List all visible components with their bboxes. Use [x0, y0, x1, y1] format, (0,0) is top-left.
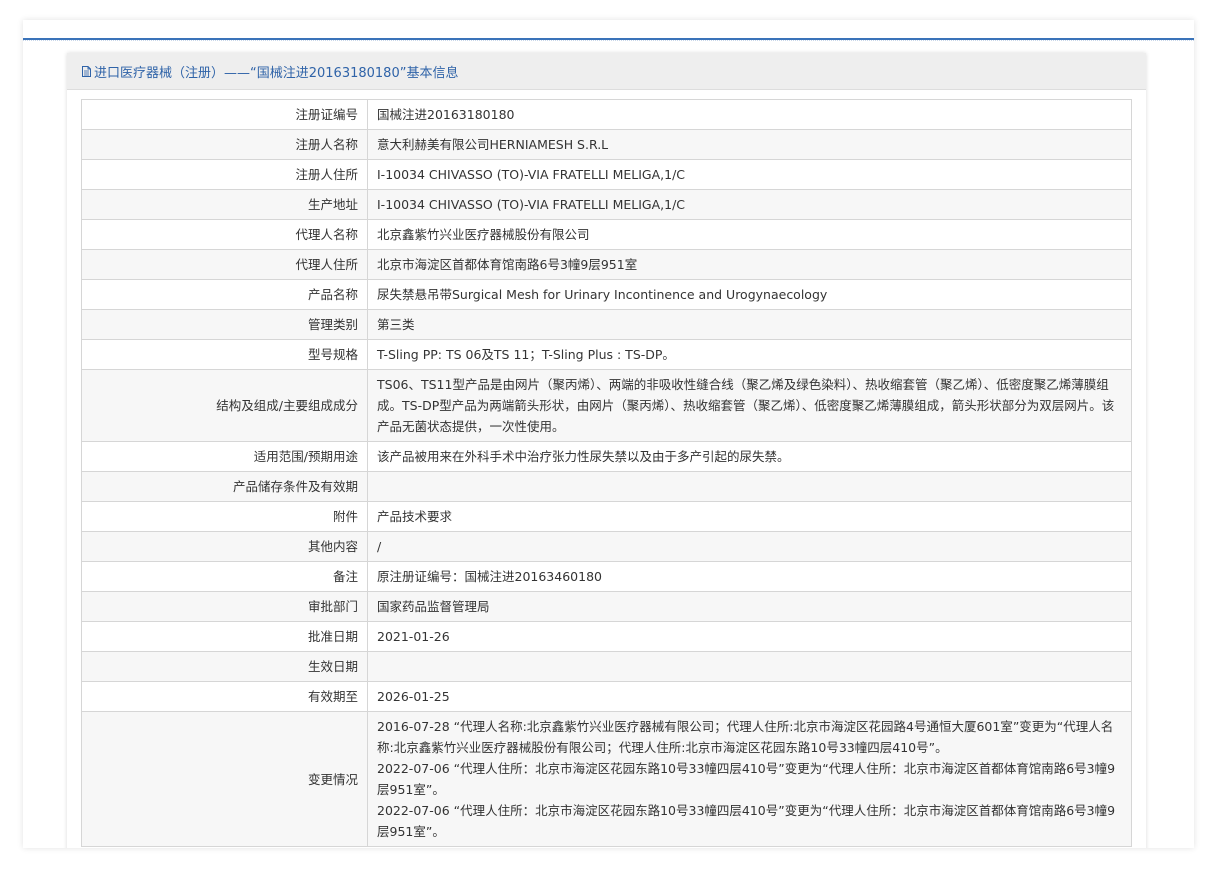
- row-value: 尿失禁悬吊带Surgical Mesh for Urinary Incontin…: [367, 279, 1132, 310]
- top-divider-dots: [23, 40, 1194, 42]
- document-icon: [82, 65, 91, 77]
- row-label: 注册证编号: [81, 99, 368, 130]
- changes-label: 变更情况: [81, 711, 368, 847]
- row-label: 产品名称: [81, 279, 368, 310]
- row-value: 产品技术要求: [367, 501, 1132, 532]
- row-value: [367, 651, 1132, 682]
- table-row: 型号规格 T-Sling PP: TS 06及TS 11；T-Sling Plus…: [81, 339, 1132, 370]
- table-row: 适用范围/预期用途 该产品被用来在外科手术中治疗张力性尿失禁以及由于多产引起的尿失…: [81, 441, 1132, 472]
- row-value: 北京鑫紫竹兴业医疗器械股份有限公司: [367, 219, 1132, 250]
- table-row: 注册人住所 I-10034 CHIVASSO (TO)-VIA FRATELLI …: [81, 159, 1132, 190]
- table-row: 批准日期 2021-01-26: [81, 621, 1132, 652]
- row-label: 型号规格: [81, 339, 368, 370]
- row-label: 代理人住所: [81, 249, 368, 280]
- table-row: 产品储存条件及有效期: [81, 471, 1132, 502]
- change-entry: 2022-07-06 “代理人住所：北京市海淀区花园东路10号33幢四层410号…: [377, 761, 1116, 797]
- change-entry: 2016-07-28 “代理人名称:北京鑫紫竹兴业医疗器械有限公司；代理人住所:…: [377, 719, 1114, 755]
- row-label: 批准日期: [81, 621, 368, 652]
- table-row: 产品名称 尿失禁悬吊带Surgical Mesh for Urinary Inco…: [81, 279, 1132, 310]
- panel-header: 进口医疗器械（注册）——“国械注进20163180180”基本信息: [67, 53, 1146, 90]
- table-row: 代理人住所 北京市海淀区首都体育馆南路6号3幢9层951室: [81, 249, 1132, 280]
- row-value: /: [367, 531, 1132, 562]
- row-value: 第三类: [367, 309, 1132, 340]
- table-row: 结构及组成/主要组成成分 TS06、TS11型产品是由网片（聚丙烯）、两端的非吸收…: [81, 369, 1132, 442]
- table-row: 代理人名称 北京鑫紫竹兴业医疗器械股份有限公司: [81, 219, 1132, 250]
- table-row: 生产地址 I-10034 CHIVASSO (TO)-VIA FRATELLI M…: [81, 189, 1132, 220]
- table-row-changes: 变更情况 2016-07-28 “代理人名称:北京鑫紫竹兴业医疗器械有限公司；代…: [81, 711, 1132, 847]
- row-value: [367, 471, 1132, 502]
- page-frame: 进口医疗器械（注册）——“国械注进20163180180”基本信息 注册证编号国…: [23, 20, 1194, 848]
- row-label: 注册人名称: [81, 129, 368, 160]
- row-label: 备注: [81, 561, 368, 592]
- row-label: 管理类别: [81, 309, 368, 340]
- row-value: 意大利赫美有限公司HERNIAMESH S.R.L: [367, 129, 1132, 160]
- row-label: 注册人住所: [81, 159, 368, 190]
- row-value: 原注册证编号：国械注进20163460180: [367, 561, 1132, 592]
- row-value: 北京市海淀区首都体育馆南路6号3幢9层951室: [367, 249, 1132, 280]
- row-value: I-10034 CHIVASSO (TO)-VIA FRATELLI MELIG…: [367, 159, 1132, 190]
- row-value: 该产品被用来在外科手术中治疗张力性尿失禁以及由于多产引起的尿失禁。: [367, 441, 1132, 472]
- row-value: TS06、TS11型产品是由网片（聚丙烯）、两端的非吸收性缝合线（聚乙烯及绿色染…: [367, 369, 1132, 442]
- row-label: 适用范围/预期用途: [81, 441, 368, 472]
- detail-panel: 进口医疗器械（注册）——“国械注进20163180180”基本信息 注册证编号国…: [67, 53, 1146, 848]
- table-row: 有效期至 2026-01-25: [81, 681, 1132, 712]
- row-label: 有效期至: [81, 681, 368, 712]
- table-row: 注册证编号 国械注进20163180180: [81, 99, 1132, 130]
- panel-title: 进口医疗器械（注册）——“国械注进20163180180”基本信息: [94, 65, 459, 81]
- info-table-body: 注册证编号 国械注进20163180180 注册人名称 意大利赫美有限公司HERNI…: [81, 99, 1132, 847]
- table-row: 管理类别 第三类: [81, 309, 1132, 340]
- row-label: 结构及组成/主要组成成分: [81, 369, 368, 442]
- row-label: 生效日期: [81, 651, 368, 682]
- table-row: 备注 原注册证编号：国械注进20163460180: [81, 561, 1132, 592]
- row-value: 国械注进20163180180: [367, 99, 1132, 130]
- info-table: 注册证编号 国械注进20163180180 注册人名称 意大利赫美有限公司HERNI…: [81, 99, 1132, 847]
- row-label: 审批部门: [81, 591, 368, 622]
- row-value: 2026-01-25: [367, 681, 1132, 712]
- change-entry: 2022-07-06 “代理人住所：北京市海淀区花园东路10号33幢四层410号…: [377, 803, 1116, 839]
- row-label: 代理人名称: [81, 219, 368, 250]
- row-value: 国家药品监督管理局: [367, 591, 1132, 622]
- row-value: T-Sling PP: TS 06及TS 11；T-Sling Plus : T…: [367, 339, 1132, 370]
- table-row: 其他内容 /: [81, 531, 1132, 562]
- row-label: 附件: [81, 501, 368, 532]
- row-value: I-10034 CHIVASSO (TO)-VIA FRATELLI MELIG…: [367, 189, 1132, 220]
- row-label: 生产地址: [81, 189, 368, 220]
- row-label: 其他内容: [81, 531, 368, 562]
- changes-value: 2016-07-28 “代理人名称:北京鑫紫竹兴业医疗器械有限公司；代理人住所:…: [367, 711, 1132, 847]
- table-row: 审批部门 国家药品监督管理局: [81, 591, 1132, 622]
- row-label: 产品储存条件及有效期: [81, 471, 368, 502]
- table-row: 注册人名称 意大利赫美有限公司HERNIAMESH S.R.L: [81, 129, 1132, 160]
- table-row: 生效日期: [81, 651, 1132, 682]
- row-value: 2021-01-26: [367, 621, 1132, 652]
- table-row: 附件 产品技术要求: [81, 501, 1132, 532]
